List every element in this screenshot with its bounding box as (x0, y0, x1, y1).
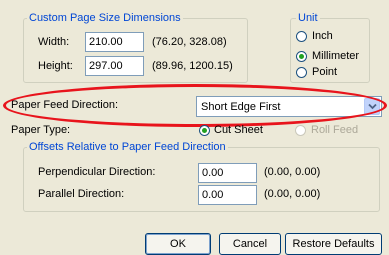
unit-group-title: Unit (296, 12, 320, 24)
paper-feed-value: Short Edge First (201, 101, 281, 113)
height-range: (89.96, 1200.15) (152, 60, 233, 72)
unit-inch-radio[interactable] (296, 31, 307, 42)
page-size-group-title: Custom Page Size Dimensions (27, 12, 183, 24)
unit-millimeter-label[interactable]: Millimeter (312, 49, 359, 63)
width-input[interactable]: 210.00 (85, 32, 144, 52)
roll-feed-radio[interactable] (295, 125, 306, 136)
perpendicular-label: Perpendicular Direction: (38, 166, 156, 178)
width-label: Width: (38, 36, 70, 48)
dropdown-button[interactable] (364, 98, 380, 115)
restore-defaults-button[interactable]: Restore Defaults (285, 233, 382, 255)
width-range: (76.20, 328.08) (152, 36, 227, 48)
unit-point-label[interactable]: Point (312, 65, 337, 79)
perpendicular-input[interactable]: 0.00 (198, 163, 257, 183)
roll-feed-label[interactable]: Roll Feed (311, 123, 358, 137)
offsets-group-title: Offsets Relative to Paper Feed Direction (27, 141, 228, 153)
unit-millimeter-radio[interactable] (296, 51, 307, 62)
parallel-input[interactable]: 0.00 (198, 185, 257, 205)
unit-point-radio[interactable] (296, 67, 307, 78)
height-input[interactable]: 297.00 (85, 56, 144, 76)
paper-feed-select[interactable]: Short Edge First (196, 96, 382, 117)
height-label: Height: (38, 60, 73, 72)
paper-feed-label: Paper Feed Direction: (11, 99, 118, 111)
cut-sheet-label[interactable]: Cut Sheet (214, 123, 263, 137)
cut-sheet-radio[interactable] (199, 125, 210, 136)
cancel-button[interactable]: Cancel (219, 233, 281, 255)
parallel-range: (0.00, 0.00) (264, 188, 321, 200)
unit-inch-label[interactable]: Inch (312, 29, 333, 43)
perpendicular-range: (0.00, 0.00) (264, 166, 321, 178)
paper-type-label: Paper Type: (11, 124, 71, 136)
chevron-down-icon (368, 103, 377, 110)
parallel-label: Parallel Direction: (38, 188, 125, 200)
ok-button[interactable]: OK (145, 233, 211, 255)
